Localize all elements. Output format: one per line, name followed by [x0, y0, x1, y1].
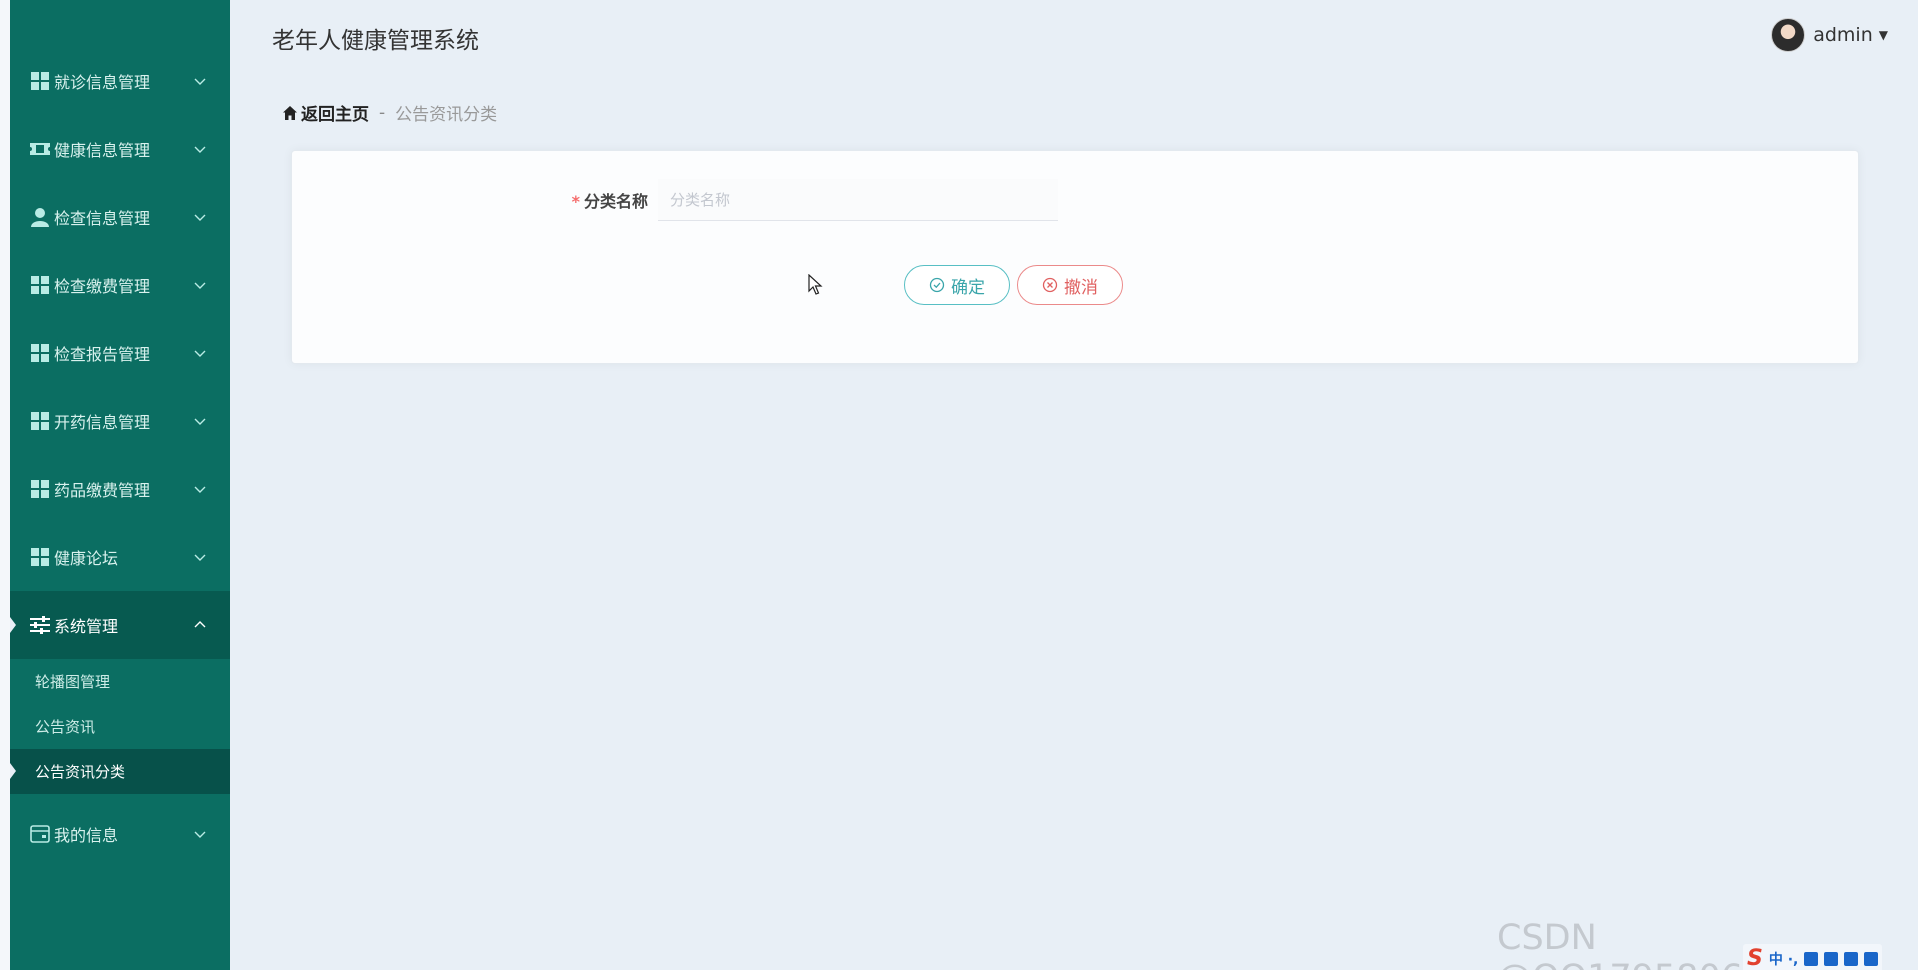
chevron-down-icon — [194, 282, 206, 289]
app-title: 老年人健康管理系统 — [272, 28, 479, 54]
menu-spacer — [10, 794, 230, 810]
chevron-down-icon — [194, 831, 206, 838]
field-label-text: 分类名称 — [583, 192, 648, 211]
user-menu[interactable]: admin ▼ — [1771, 18, 1888, 52]
sidebar: 就诊信息管理 健康信息管理 检查信息管理 检查缴费管理 检查报告管理 开药信息管… — [10, 0, 230, 970]
ime-mode: 中 ·, — [1768, 951, 1799, 968]
home-icon — [283, 105, 297, 120]
ime-toolbar[interactable]: S 中 ·, — [1743, 944, 1883, 970]
sidebar-item-prescription[interactable]: 开药信息管理 — [10, 387, 230, 455]
sidebar-item-forum[interactable]: 健康论坛 — [10, 523, 230, 591]
breadcrumb-home-label: 返回主页 — [301, 105, 369, 125]
confirm-button[interactable]: 确定 — [904, 265, 1010, 305]
chevron-down-icon — [194, 350, 206, 357]
sidebar-menu: 就诊信息管理 健康信息管理 检查信息管理 检查缴费管理 检查报告管理 开药信息管… — [10, 0, 230, 659]
caret-down-icon: ▼ — [1878, 28, 1888, 42]
breadcrumb-home[interactable]: 返回主页 — [282, 100, 369, 125]
close-circle-icon — [1042, 277, 1058, 293]
user-name: admin — [1813, 24, 1873, 46]
microphone-icon — [1804, 951, 1819, 966]
grid-icon — [30, 275, 50, 295]
check-circle-icon — [929, 277, 945, 293]
form-row-category-name: * 分类名称 — [562, 179, 1058, 221]
sidebar-item-drug-payment[interactable]: 药品缴费管理 — [10, 455, 230, 523]
sidebar-item-check-report[interactable]: 检查报告管理 — [10, 319, 230, 387]
ime-logo: S — [1747, 946, 1763, 970]
skin-icon — [1844, 951, 1859, 966]
sliders-icon — [30, 615, 50, 635]
chevron-down-icon — [194, 418, 206, 425]
sidebar-menu-bottom: 我的信息 — [10, 810, 230, 858]
toolbox-icon — [1864, 951, 1879, 966]
confirm-button-label: 确定 — [951, 277, 985, 298]
sidebar-item-profile[interactable]: 我的信息 — [10, 810, 230, 858]
card-icon — [30, 824, 50, 844]
left-edge-strip — [0, 0, 10, 970]
cancel-button-label: 撤消 — [1064, 277, 1098, 298]
breadcrumb: 返回主页 - 公告资讯分类 — [282, 100, 497, 125]
chevron-down-icon — [194, 214, 206, 221]
required-mark: * — [571, 192, 580, 211]
category-name-input[interactable] — [658, 179, 1058, 221]
mouse-cursor-icon — [808, 274, 823, 295]
chevron-down-icon — [194, 554, 206, 561]
submenu-item-carousel[interactable]: 轮播图管理 — [10, 659, 230, 704]
chevron-down-icon — [194, 146, 206, 153]
breadcrumb-separator: - — [379, 102, 386, 123]
avatar — [1771, 18, 1806, 52]
sidebar-item-check-payment[interactable]: 检查缴费管理 — [10, 251, 230, 319]
grid-icon — [30, 411, 50, 431]
user-icon — [30, 207, 50, 227]
field-label: * 分类名称 — [562, 188, 658, 212]
sidebar-item-system[interactable]: 系统管理 — [10, 591, 230, 659]
cancel-button[interactable]: 撤消 — [1017, 265, 1123, 305]
sidebar-item-check[interactable]: 检查信息管理 — [10, 183, 230, 251]
grid-icon — [30, 547, 50, 567]
grid-icon — [30, 71, 50, 91]
system-submenu: 轮播图管理 公告资讯 公告资讯分类 — [10, 659, 230, 794]
chevron-down-icon — [194, 78, 206, 85]
grid-icon — [30, 343, 50, 363]
keyboard-icon — [1824, 951, 1839, 966]
chevron-up-icon — [194, 621, 206, 628]
grid-icon — [30, 479, 50, 499]
sidebar-item-visit[interactable]: 就诊信息管理 — [10, 47, 230, 115]
chevron-down-icon — [194, 486, 206, 493]
sidebar-item-health[interactable]: 健康信息管理 — [10, 115, 230, 183]
ticket-icon — [30, 139, 50, 159]
submenu-item-news[interactable]: 公告资讯 — [10, 704, 230, 749]
form-card: *分类名称 确定 撤消 — [291, 150, 1859, 364]
submenu-item-news-category[interactable]: 公告资讯分类 — [10, 749, 230, 794]
breadcrumb-current: 公告资讯分类 — [395, 105, 498, 125]
